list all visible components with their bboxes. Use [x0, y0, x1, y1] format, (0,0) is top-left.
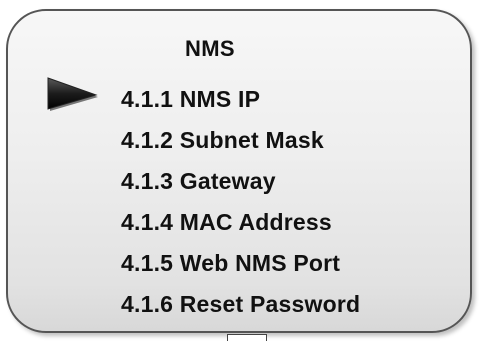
- menu-list: 4.1.1 NMS IP 4.1.2 Subnet Mask 4.1.3 Gat…: [121, 82, 360, 328]
- bottom-tab: [227, 334, 267, 341]
- selection-pointer-icon: [47, 77, 98, 111]
- menu-item-subnet-mask[interactable]: 4.1.2 Subnet Mask: [121, 123, 360, 164]
- menu-item-web-nms-port[interactable]: 4.1.5 Web NMS Port: [121, 246, 360, 287]
- menu-item-mac-address[interactable]: 4.1.4 MAC Address: [121, 205, 360, 246]
- menu-item-nms-ip[interactable]: 4.1.1 NMS IP: [121, 82, 360, 123]
- screen: NMS 4.1.1 NMS IP 4.1.2 Subnet Mask 4.1.3…: [0, 0, 479, 341]
- menu-title: NMS: [185, 36, 235, 61]
- menu-item-reset-password[interactable]: 4.1.6 Reset Password: [121, 287, 360, 328]
- menu-item-gateway[interactable]: 4.1.3 Gateway: [121, 164, 360, 205]
